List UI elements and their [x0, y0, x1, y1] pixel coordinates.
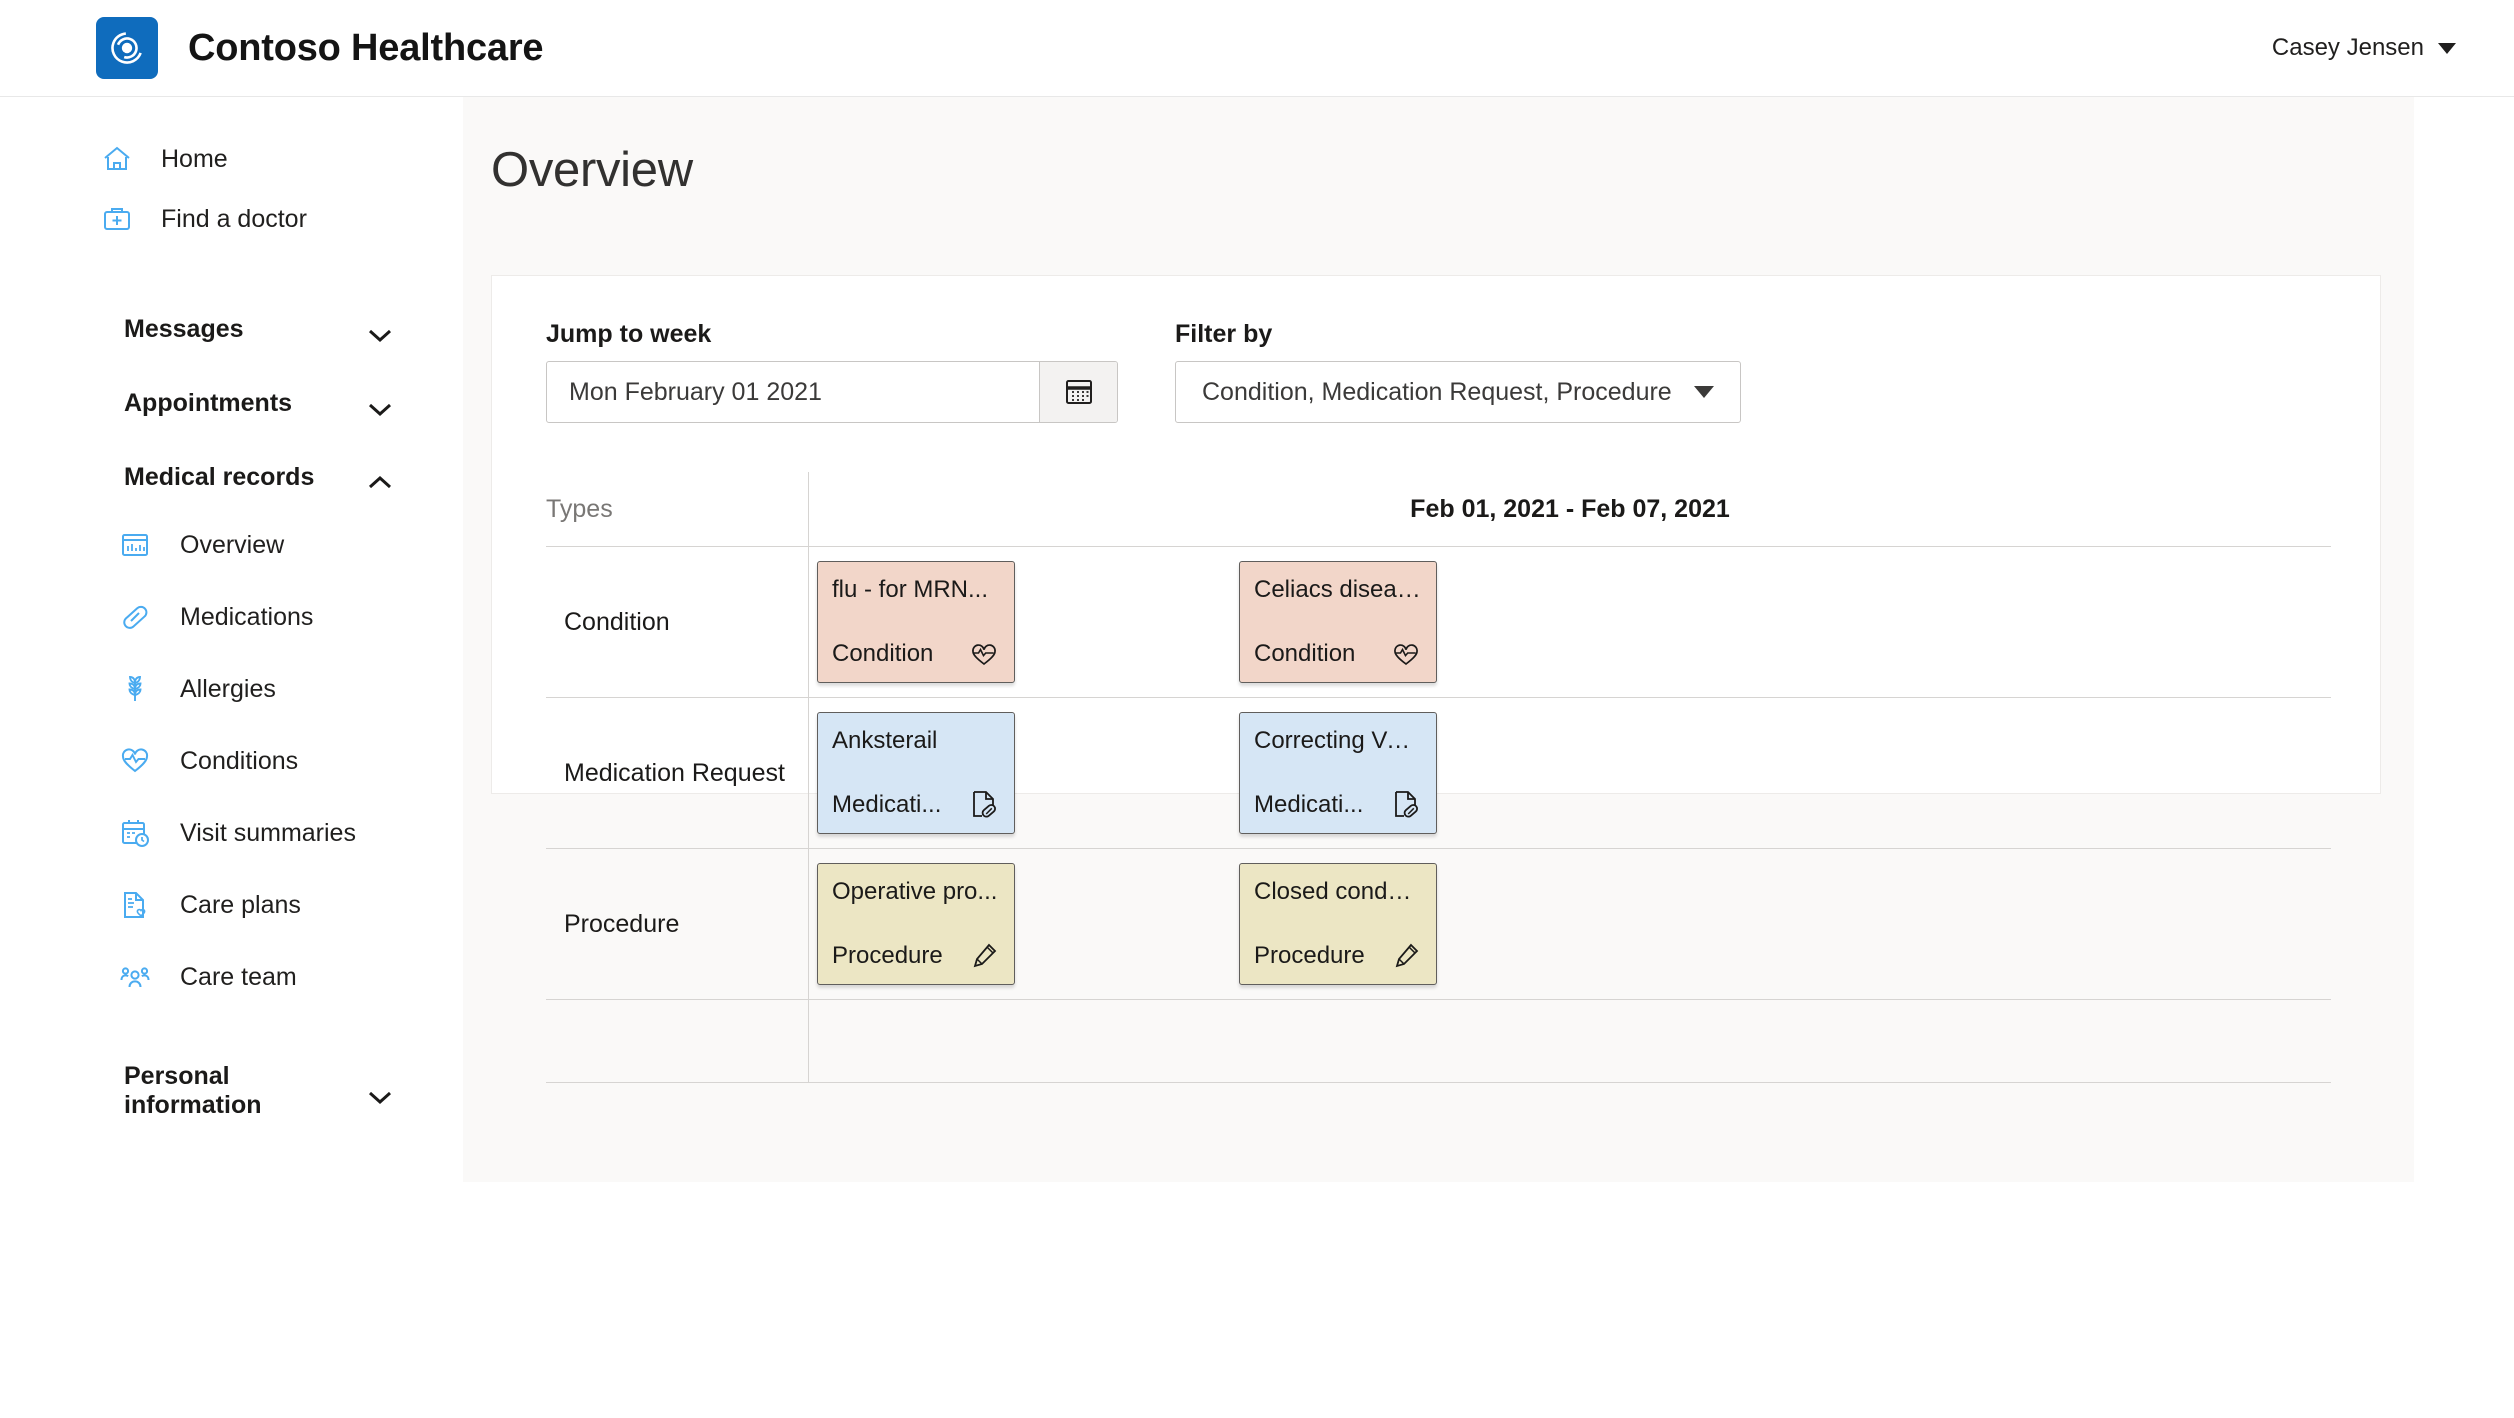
sidebar-item-allergies[interactable]: Allergies — [0, 653, 463, 725]
date-range-header: Feb 01, 2021 - Feb 07, 2021 — [1410, 494, 1730, 523]
card-title: Closed condyl... — [1254, 878, 1422, 905]
pill-capsule-icon — [118, 600, 152, 634]
sidebar-item-find-a-doctor[interactable]: Find a doctor — [0, 189, 463, 249]
chevron-down-icon — [1693, 386, 1714, 398]
jump-to-week-input[interactable] — [547, 362, 1039, 422]
timeline-row-procedure: Procedure Operative pro... Procedure Clo… — [546, 848, 2331, 999]
account-menu[interactable]: Casey Jensen — [2272, 34, 2456, 62]
sidebar-item-label: Medications — [180, 602, 314, 631]
document-pill-icon — [1390, 789, 1422, 821]
sidebar-item-home[interactable]: Home — [0, 129, 463, 189]
sidebar-item-overview[interactable]: Overview — [0, 509, 463, 581]
card-title: Correcting Vei... — [1254, 727, 1422, 754]
card-title: flu - for MRN... — [832, 576, 989, 603]
heart-pulse-icon — [118, 744, 152, 778]
calendar-picker-button[interactable] — [1039, 362, 1117, 422]
timeline-card[interactable]: Celiacs diseas... Condition — [1239, 561, 1437, 683]
sidebar-item-label: Conditions — [180, 746, 299, 775]
chevron-down-icon — [367, 321, 393, 343]
wheat-grain-icon — [118, 672, 152, 706]
sidebar-item-label: Visit summaries — [180, 818, 356, 847]
home-icon — [100, 142, 134, 176]
doctor-bag-icon — [100, 202, 134, 236]
sidebar-item-label: Care team — [180, 962, 297, 991]
sidebar-item-label: Find a doctor — [161, 204, 307, 233]
timeline-row-medication-request: Medication Request Anksterail Medicati..… — [546, 697, 2331, 848]
calendar-icon — [1064, 376, 1094, 409]
sidebar-group-messages[interactable]: Messages — [0, 297, 463, 361]
jump-to-week-label: Jump to week — [546, 320, 712, 348]
sidebar-item-care-team[interactable]: Care team — [0, 941, 463, 1013]
sidebar-group-label: Medical records — [124, 462, 315, 491]
sidebar-item-conditions[interactable]: Conditions — [0, 725, 463, 797]
filter-by-field: Filter by Condition, Medication Request,… — [1175, 320, 1741, 423]
timeline-card[interactable]: Correcting Vei... Medicati... — [1239, 712, 1437, 834]
sidebar-item-label: Allergies — [180, 674, 276, 703]
card-type: Procedure — [832, 942, 943, 969]
card-type: Procedure — [1254, 942, 1365, 969]
timeline-card[interactable]: Closed condyl... Procedure — [1239, 863, 1437, 985]
document-pill-icon — [968, 789, 1000, 821]
main-content: Overview Jump to week Mon February 01 20… — [463, 97, 2414, 1182]
types-column-header: Types — [546, 494, 613, 523]
timeline-bottom-border — [546, 1082, 2331, 1083]
sidebar-group-personal-information[interactable]: Personal information — [0, 1059, 463, 1123]
overview-panel: Jump to week Filter — [491, 275, 2381, 1083]
heart-pulse-icon — [1390, 638, 1422, 670]
row-label-procedure: Procedure — [564, 909, 680, 938]
card-type: Condition — [1254, 640, 1356, 667]
timeline-card[interactable]: flu - for MRN... Condition — [817, 561, 1015, 683]
timeline-empty-row — [546, 999, 2331, 1082]
chart-report-icon — [118, 528, 152, 562]
chevron-up-icon — [367, 469, 393, 489]
sidebar-item-visit-summaries[interactable]: Visit summaries — [0, 797, 463, 869]
row-label-medication-request: Medication Request — [564, 758, 785, 787]
syringe-icon — [1390, 940, 1422, 972]
sidebar-item-label: Overview — [180, 530, 285, 559]
people-group-icon — [118, 960, 152, 994]
chevron-down-icon — [367, 395, 393, 417]
chevron-down-icon — [2438, 42, 2456, 54]
document-heart-icon — [118, 888, 152, 922]
card-type: Medicati... — [1254, 791, 1364, 818]
sidebar-group-label: Appointments — [124, 388, 293, 417]
card-type: Medicati... — [832, 791, 942, 818]
sidebar-group-label: Messages — [124, 314, 244, 343]
date-input-wrapper — [546, 361, 1118, 423]
jump-to-week-field: Jump to week — [546, 320, 1118, 423]
timeline-header-row: Types Feb 01, 2021 - Feb 07, 2021 — [546, 472, 2331, 546]
calendar-clock-icon — [118, 816, 152, 850]
card-title: Anksterail — [832, 727, 938, 754]
filter-by-dropdown[interactable]: Condition, Medication Request, Procedure — [1175, 361, 1741, 423]
page-title: Overview — [491, 143, 693, 197]
timeline-card[interactable]: Anksterail Medicati... — [817, 712, 1015, 834]
heart-pulse-icon — [968, 638, 1000, 670]
timeline-table: Types Feb 01, 2021 - Feb 07, 2021 Condit… — [546, 472, 2331, 1083]
filter-bar: Jump to week Filter — [492, 276, 2380, 423]
brand: Contoso Healthcare — [96, 17, 544, 79]
app-title: Contoso Healthcare — [188, 26, 544, 69]
row-label-condition: Condition — [564, 607, 670, 636]
card-title: Celiacs diseas... — [1254, 576, 1422, 603]
sidebar-item-label: Care plans — [180, 890, 301, 919]
card-title: Operative pro... — [832, 878, 998, 905]
sidebar-group-medical-records[interactable]: Medical records — [0, 445, 463, 509]
account-name: Casey Jensen — [2271, 34, 2424, 61]
filter-by-value: Condition, Medication Request, Procedure — [1202, 377, 1672, 406]
sidebar-item-care-plans[interactable]: Care plans — [0, 869, 463, 941]
card-type: Condition — [832, 640, 934, 667]
sidebar-item-medications[interactable]: Medications — [0, 581, 463, 653]
syringe-icon — [968, 940, 1000, 972]
chevron-down-icon — [367, 1083, 393, 1105]
timeline-row-condition: Condition flu - for MRN... Condition Cel… — [546, 546, 2331, 697]
contoso-swirl-logo-icon — [96, 17, 158, 79]
sidebar-item-label: Home — [161, 144, 228, 173]
sidebar-group-appointments[interactable]: Appointments — [0, 371, 463, 435]
app-header: Contoso Healthcare Casey Jensen — [0, 0, 2514, 97]
sidebar: Home Find a doctor Messages Appointments… — [0, 97, 463, 1418]
sidebar-group-label: Personal information — [124, 1062, 262, 1119]
timeline-card[interactable]: Operative pro... Procedure — [817, 863, 1015, 985]
filter-by-label: Filter by — [1175, 320, 1273, 348]
